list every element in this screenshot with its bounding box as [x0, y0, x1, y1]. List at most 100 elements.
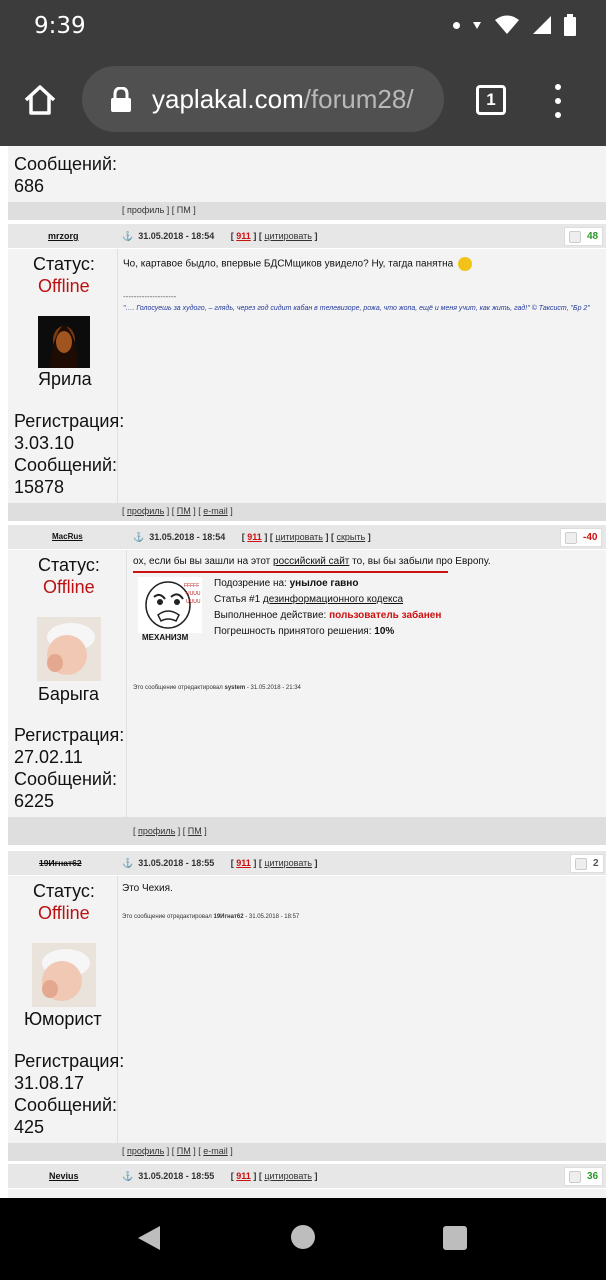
- post-header: mrzorg ⚓ 31.05.2018 - 18:54 [ 911 ] [ цит…: [8, 224, 606, 249]
- svg-text:UUUU: UUUU: [186, 599, 201, 605]
- rating-vote-icon[interactable]: [575, 858, 587, 870]
- pm-link[interactable]: ПМ: [177, 1146, 191, 1156]
- post-rating[interactable]: 36: [564, 1167, 604, 1186]
- ban-image: FFFFF UUUU UUUU: [138, 577, 202, 633]
- hide-link[interactable]: скрыть: [336, 532, 365, 542]
- post-footer-bar: [ профиль ] [ ПМ ]: [8, 202, 606, 220]
- post-date: 31.05.2018 - 18:55: [138, 858, 215, 868]
- status-offline: Offline: [38, 276, 90, 296]
- ban-image-caption: МЕХАНИЗМ: [142, 633, 189, 642]
- address-bar[interactable]: yaplakal.com/forum28/: [82, 66, 444, 132]
- wifi-icon: [495, 15, 519, 34]
- pm-link[interactable]: ПМ: [177, 506, 191, 516]
- forum-post: 19Игнат62 ⚓ 31.05.2018 - 18:55 [ 911 ] [ …: [8, 851, 606, 1143]
- avatar[interactable]: [32, 943, 96, 1007]
- ban-suspicion: Подозрение на: унылое гавно: [214, 578, 359, 589]
- quote-link[interactable]: цитировать: [264, 858, 312, 868]
- post-author-link[interactable]: mrzorg: [48, 231, 79, 241]
- rating-vote-icon[interactable]: [569, 231, 581, 243]
- url-path: /forum28/: [303, 84, 414, 114]
- post-footer-bar: [ профиль ] [ ПМ ] [ e-mail ]: [8, 1143, 606, 1161]
- url-host: yaplakal.com: [152, 84, 304, 114]
- profile-link[interactable]: профиль: [138, 826, 175, 836]
- report-link[interactable]: 911: [236, 858, 251, 868]
- rating-vote-icon[interactable]: [565, 532, 577, 544]
- site-link[interactable]: российский сайт: [273, 556, 349, 567]
- pm-link[interactable]: ПМ: [188, 826, 202, 836]
- post-date: 31.05.2018 - 18:54: [149, 532, 226, 542]
- battery-icon: [564, 14, 576, 36]
- ban-error: Погрешность принятого решения: 10%: [214, 626, 395, 637]
- ban-article: Статья #1 дезинформационного кодекса: [214, 594, 404, 605]
- profile-link[interactable]: профиль: [127, 506, 164, 516]
- status-offline: Offline: [38, 903, 90, 923]
- status-offline: Offline: [43, 577, 95, 597]
- post-date: 31.05.2018 - 18:54: [138, 231, 215, 241]
- back-icon[interactable]: [138, 1226, 160, 1250]
- author-sidebar: Статус: Offline Барыга Регистрация: 27.0…: [8, 550, 127, 817]
- edited-note: Это сообщение отредактировал 19Игнат62 -…: [122, 914, 300, 920]
- user-rank: Ярила: [38, 369, 92, 389]
- codex-link[interactable]: дезинформационного кодекса: [263, 594, 403, 605]
- registration-date: 27.02.11: [14, 747, 83, 767]
- quote-link[interactable]: цитировать: [264, 231, 312, 241]
- home-icon[interactable]: [20, 80, 60, 120]
- status-bar: 9:39: [0, 0, 606, 54]
- data-arrow-icon: [473, 22, 481, 29]
- report-link[interactable]: 911: [236, 231, 251, 241]
- url-text: yaplakal.com/forum28/: [152, 84, 414, 115]
- post-rating[interactable]: 48: [564, 227, 604, 246]
- overflow-menu-icon[interactable]: [552, 84, 564, 118]
- profile-pm-links[interactable]: [ профиль ] [ ПМ ]: [122, 205, 196, 215]
- navigation-bar: [0, 1198, 606, 1280]
- messages-count: 15878: [14, 477, 65, 497]
- forum-post: Nevius ⚓ 31.05.2018 - 18:55 [ 911 ] [ цит…: [8, 1164, 606, 1198]
- messages-label: Сообщений:: [14, 769, 117, 789]
- anchor-icon[interactable]: ⚓: [133, 532, 144, 542]
- system-icons: [453, 14, 576, 36]
- avatar[interactable]: [37, 617, 101, 681]
- anchor-icon[interactable]: ⚓: [122, 1171, 133, 1181]
- registration-label: Регистрация:: [14, 725, 125, 745]
- post-text: ох, если бы вы зашли на этот российский …: [133, 556, 491, 567]
- post-rating[interactable]: -40: [560, 528, 603, 547]
- messages-count: 425: [14, 1117, 45, 1137]
- user-rank: Барыга: [38, 684, 99, 704]
- home-button-icon[interactable]: [291, 1225, 315, 1249]
- post-author-link[interactable]: MacRus: [52, 532, 83, 541]
- tab-switcher-button[interactable]: 1: [476, 85, 506, 115]
- email-link[interactable]: e-mail: [203, 506, 228, 516]
- notification-dot-icon: [453, 21, 460, 29]
- report-link[interactable]: 911: [236, 1171, 251, 1181]
- anchor-icon[interactable]: ⚓: [122, 858, 133, 868]
- quote-link[interactable]: цитировать: [264, 1171, 312, 1181]
- previous-post-fragment: Сообщений: 686: [8, 146, 606, 202]
- post-author-link[interactable]: 19Игнат62: [39, 858, 82, 868]
- svg-text:UUUU: UUUU: [186, 591, 201, 597]
- messages-count: 686: [14, 176, 45, 196]
- report-link[interactable]: 911: [247, 532, 262, 542]
- post-text: Это Чехия.: [122, 883, 173, 894]
- quote-link[interactable]: цитировать: [275, 532, 323, 542]
- post-meta: ⚓ 31.05.2018 - 18:54 [ 911 ] [ цитировать…: [122, 231, 318, 241]
- post-header: 19Игнат62 ⚓ 31.05.2018 - 18:55 [ 911 ] [ …: [8, 851, 606, 876]
- anchor-icon[interactable]: ⚓: [122, 231, 133, 241]
- post-meta: ⚓ 31.05.2018 - 18:55 [ 911 ] [ цитировать…: [122, 858, 318, 868]
- rating-vote-icon[interactable]: [569, 1171, 581, 1183]
- registration-label: Регистрация:: [14, 1051, 125, 1071]
- post-footer-bar: [ профиль ] [ ПМ ] [ e-mail ]: [8, 503, 606, 521]
- user-rank: Юморист: [24, 1009, 102, 1029]
- registration-date: 3.03.10: [14, 433, 75, 453]
- profile-link[interactable]: профиль: [127, 1146, 164, 1156]
- email-link[interactable]: e-mail: [203, 1146, 228, 1156]
- post-author-link[interactable]: Nevius: [49, 1171, 79, 1181]
- messages-label: Сообщений:: [14, 154, 117, 174]
- ban-action: Выполненное действие: пользователь забан…: [214, 610, 442, 621]
- forum-post: MacRus ⚓ 31.05.2018 - 18:54 [ 911 ] [ цит…: [8, 525, 606, 817]
- edited-note: Это сообщение отредактировал system - 31…: [133, 685, 301, 691]
- avatar[interactable]: [38, 316, 90, 368]
- recents-icon[interactable]: [443, 1226, 467, 1250]
- lock-icon: [111, 87, 131, 112]
- post-signature: "…. Голосуешь за худого, – глядь, через …: [123, 305, 590, 312]
- post-rating[interactable]: 2: [570, 854, 604, 873]
